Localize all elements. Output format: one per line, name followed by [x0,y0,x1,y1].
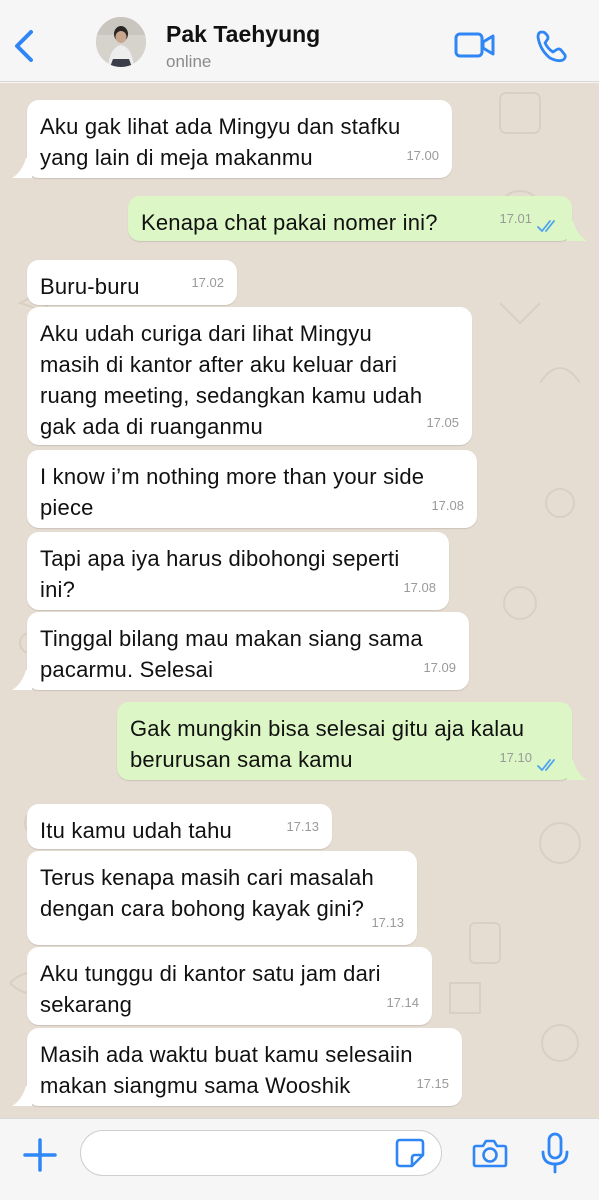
message-input[interactable] [80,1130,442,1176]
bubble-tail [12,670,32,690]
camera-icon[interactable] [472,1137,508,1169]
incoming-message[interactable]: Buru-buru 17.02 [27,260,237,305]
message-text: Tapi apa iya harus dibohongi seperti ini… [40,546,400,602]
bubble-tail [12,1086,32,1106]
message-time: 17.02 [191,275,224,290]
message-time: 17.14 [386,995,419,1010]
message-time: 17.00 [406,148,439,163]
message-text: Terus kenapa masih cari masalah dengan c… [40,865,374,921]
message-time: 17.13 [371,915,404,930]
sticker-icon[interactable] [394,1137,426,1169]
incoming-message[interactable]: Tinggal bilang mau makan siang sama paca… [27,612,469,690]
message-text: Masih ada waktu buat kamu selesaiin maka… [40,1042,413,1098]
message-time: 17.10 [499,750,532,765]
read-receipt-icon [537,220,555,233]
message-text: Gak mungkin bisa selesai gitu aja kalau … [130,716,525,772]
contact-status: online [166,52,212,71]
message-time: 17.09 [423,660,456,675]
composer-bar [0,1118,599,1200]
message-time: 17.13 [286,819,319,834]
incoming-message[interactable]: Itu kamu udah tahu 17.13 [27,804,332,849]
bubble-tail [12,158,32,178]
incoming-message[interactable]: Aku tunggu di kantor satu jam dari sekar… [27,947,432,1025]
read-receipt-icon [537,759,555,772]
contact-name[interactable]: Pak Taehyung [166,21,320,48]
bubble-tail [567,221,587,241]
microphone-icon[interactable] [540,1132,570,1174]
chat-header: Pak Taehyung online [0,0,599,82]
message-text: Tinggal bilang mau makan siang sama paca… [40,626,423,682]
video-call-icon[interactable] [453,28,497,62]
avatar[interactable] [96,17,146,67]
message-time: 17.05 [426,415,459,430]
incoming-message[interactable]: Tapi apa iya harus dibohongi seperti ini… [27,532,449,610]
message-text: Kenapa chat pakai nomer ini? [141,210,438,235]
incoming-message[interactable]: Aku udah curiga dari lihat Mingyu masih … [27,307,472,445]
plus-icon[interactable] [22,1137,58,1173]
bubble-tail [567,760,587,780]
message-time: 17.01 [499,211,532,226]
message-text: Aku udah curiga dari lihat Mingyu masih … [40,321,423,439]
chat-area[interactable]: Aku gak lihat ada Mingyu dan stafku yang… [0,83,599,1118]
chevron-left-icon[interactable] [10,28,40,64]
phone-icon[interactable] [534,28,570,64]
incoming-message[interactable]: Masih ada waktu buat kamu selesaiin maka… [27,1028,462,1106]
outgoing-message[interactable]: Kenapa chat pakai nomer ini? 17.01 [128,196,572,241]
incoming-message[interactable]: Aku gak lihat ada Mingyu dan stafku yang… [27,100,452,178]
message-time: 17.08 [431,498,464,513]
message-time: 17.15 [416,1076,449,1091]
incoming-message[interactable]: Terus kenapa masih cari masalah dengan c… [27,851,417,945]
message-text: Aku tunggu di kantor satu jam dari sekar… [40,961,381,1017]
message-text: Aku gak lihat ada Mingyu dan stafku yang… [40,114,401,170]
message-text: I know i’m nothing more than your side p… [40,464,425,520]
message-text: Itu kamu udah tahu [40,818,232,843]
outgoing-message[interactable]: Gak mungkin bisa selesai gitu aja kalau … [117,702,572,780]
message-time: 17.08 [403,580,436,595]
incoming-message[interactable]: I know i’m nothing more than your side p… [27,450,477,528]
